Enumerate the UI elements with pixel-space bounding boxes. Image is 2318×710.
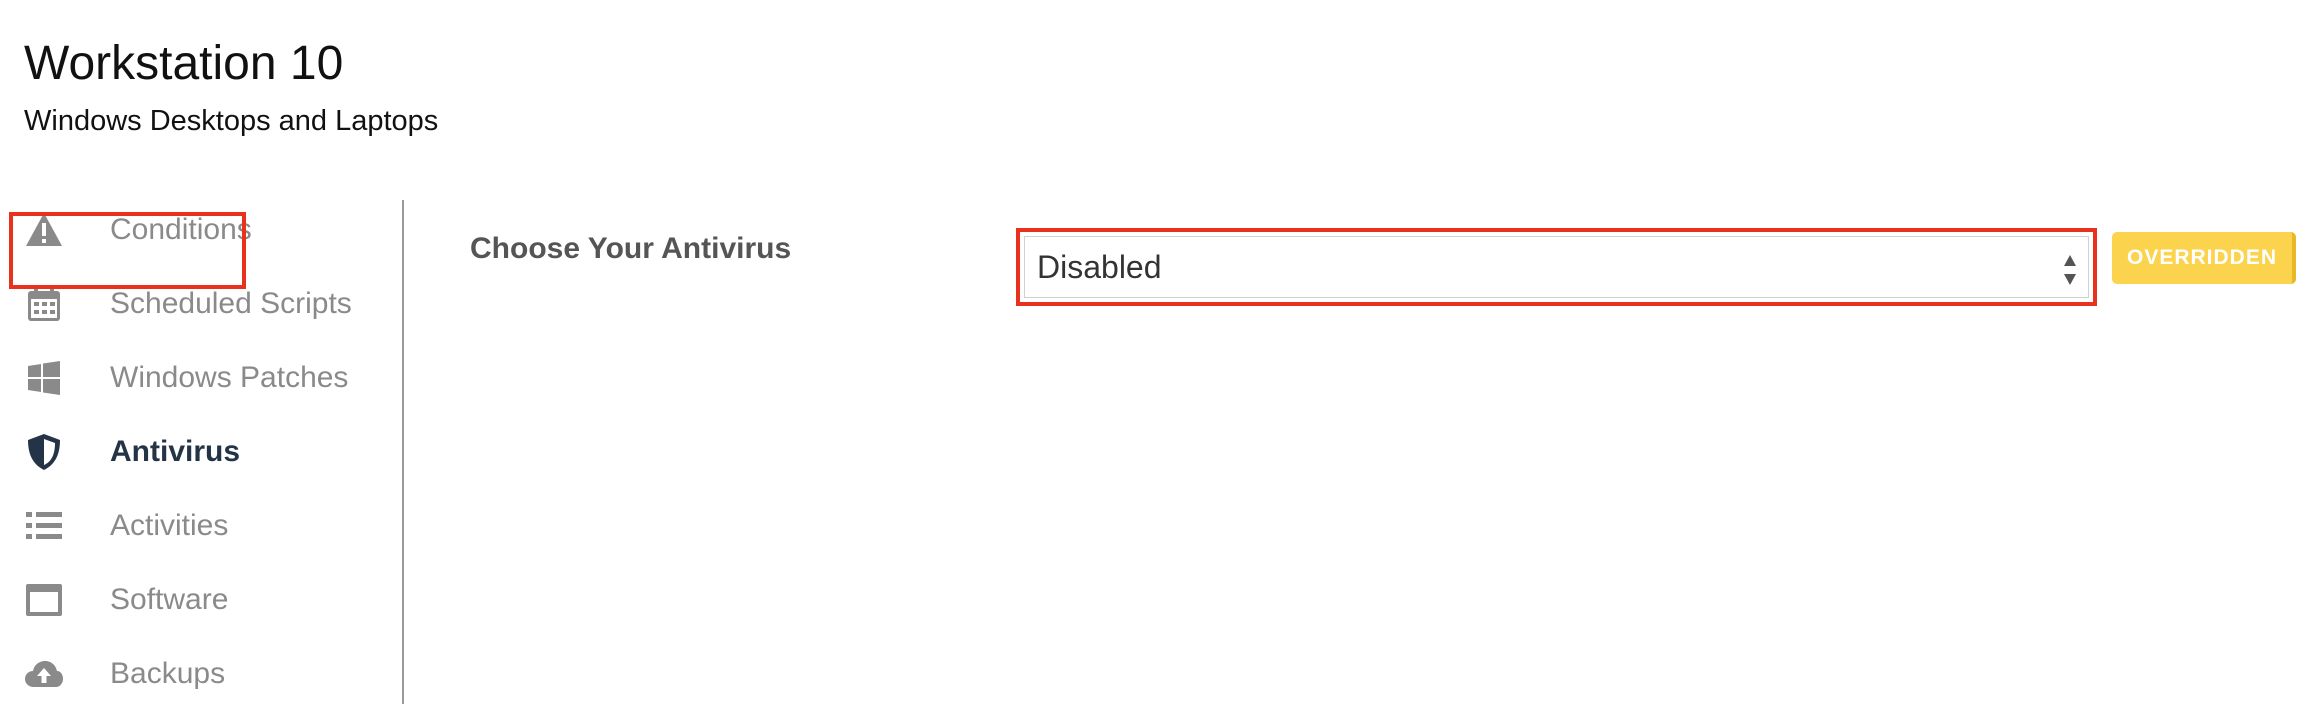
calendar-icon xyxy=(24,284,64,324)
page-subtitle: Windows Desktops and Laptops xyxy=(24,105,439,137)
antivirus-field-label: Choose Your Antivirus xyxy=(470,232,792,265)
sidebar-item-activities[interactable]: Activities xyxy=(10,490,390,562)
sidebar-item-windows-patches[interactable]: Windows Patches xyxy=(10,342,390,414)
page-header: Workstation 10 Windows Desktops and Lapt… xyxy=(24,38,438,138)
select-arrows-icon xyxy=(2062,253,2078,287)
shield-icon xyxy=(24,432,64,472)
sidebar-item-label: Windows Patches xyxy=(110,361,349,394)
sidebar-item-antivirus[interactable]: Antivirus xyxy=(10,416,390,488)
cloud-upload-icon xyxy=(24,654,64,694)
sidebar-divider xyxy=(402,200,404,704)
page-title: Workstation 10 xyxy=(24,37,344,90)
sidebar-item-label: Software xyxy=(110,583,229,616)
windows-icon xyxy=(24,358,64,398)
sidebar-item-label: Scheduled Scripts xyxy=(110,287,352,320)
sidebar-item-software[interactable]: Software xyxy=(10,564,390,636)
sidebar-item-backups[interactable]: Backups xyxy=(10,638,390,710)
sidebar-item-label: Antivirus xyxy=(110,435,241,468)
window-icon xyxy=(24,580,64,620)
select-value: Disabled xyxy=(1037,248,1162,285)
sidebar-item-label: Backups xyxy=(110,657,226,690)
list-icon xyxy=(24,506,64,546)
overridden-button[interactable]: OVERRIDDEN xyxy=(2112,232,2296,284)
active-item-highlight xyxy=(9,212,246,289)
sidebar-item-label: Activities xyxy=(110,509,229,542)
select-inner[interactable]: Disabled xyxy=(1024,236,2089,298)
antivirus-select[interactable]: Disabled xyxy=(1016,228,2097,306)
